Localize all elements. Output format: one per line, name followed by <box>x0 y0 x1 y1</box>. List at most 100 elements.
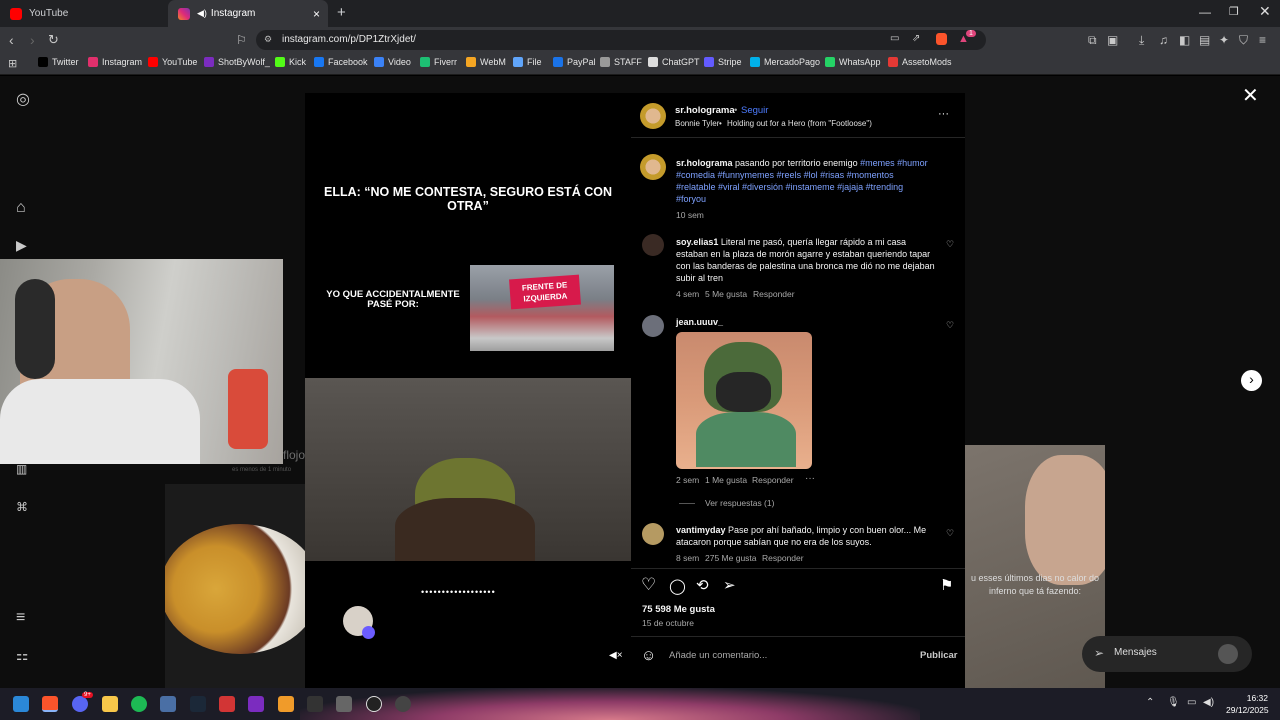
share-post-icon[interactable]: ➢ <box>723 576 736 594</box>
menu-icon[interactable]: ≡ <box>1259 33 1266 47</box>
app2-taskbar-icon[interactable] <box>219 696 235 712</box>
next-post-button[interactable]: › <box>1241 370 1262 391</box>
bookmark-item[interactable]: Twitter <box>38 57 79 67</box>
chatgpt-taskbar-icon[interactable] <box>366 696 382 712</box>
download-icon[interactable]: ⤓ <box>1139 33 1144 47</box>
share-icon[interactable]: ⇗ <box>912 33 920 44</box>
sidebar-icon[interactable]: ◧ <box>1179 33 1190 47</box>
comment-like-icon[interactable]: ♡ <box>946 239 954 250</box>
mic-icon[interactable]: 🎙 <box>1167 697 1180 708</box>
comment-likes[interactable]: 1 Me gusta <box>705 475 747 485</box>
forward-icon[interactable]: › <box>30 33 35 47</box>
save-icon[interactable]: ⚑ <box>940 576 953 594</box>
bookmark-item[interactable]: WhatsApp <box>825 57 881 67</box>
clock-time[interactable]: 16:32 <box>1246 693 1268 703</box>
comment-avatar[interactable] <box>642 315 664 337</box>
comment-username[interactable]: jean.uuuv_ <box>676 317 723 327</box>
instagram-logo-icon[interactable]: ◎ <box>16 92 30 108</box>
tab-youtube[interactable]: YouTube <box>0 0 168 27</box>
app3-taskbar-icon[interactable] <box>248 696 264 712</box>
comment-input[interactable]: Añade un comentario... <box>669 650 767 661</box>
bookmark-item[interactable]: Facebook <box>314 57 368 67</box>
speaker-icon[interactable]: ◀) <box>197 8 207 19</box>
comment-more-icon[interactable]: ··· <box>805 473 815 484</box>
bookmark-page-icon[interactable]: ⚐ <box>236 33 247 47</box>
comment-reply-button[interactable]: Responder <box>752 475 794 485</box>
cast-icon[interactable]: ▭ <box>890 33 899 44</box>
brave-taskbar-icon[interactable] <box>42 696 58 712</box>
start-icon[interactable] <box>13 696 29 712</box>
spotify-taskbar-icon[interactable] <box>131 696 147 712</box>
bookmark-item[interactable]: STAFF <box>600 57 642 67</box>
comment-avatar[interactable] <box>642 523 664 545</box>
stats-icon[interactable]: ▥ <box>16 462 27 476</box>
app6-taskbar-icon[interactable] <box>336 696 352 712</box>
song-artist[interactable]: Bonnie Tyler <box>675 119 719 128</box>
comment-reply-button[interactable]: Responder <box>762 553 804 563</box>
music-icon[interactable]: ♫ <box>1159 33 1168 47</box>
bookmark-item[interactable]: Kick <box>275 57 306 67</box>
back-icon[interactable]: ‹ <box>9 33 14 47</box>
author-avatar[interactable] <box>640 103 666 129</box>
bookmark-item[interactable]: Fiverr <box>420 57 457 67</box>
maximize-icon[interactable]: ❐ <box>1229 5 1239 18</box>
comment-avatar[interactable] <box>642 234 664 256</box>
bookmark-item[interactable]: YouTube <box>148 57 197 67</box>
bookmark-item[interactable]: PayPal <box>553 57 596 67</box>
bookmark-item[interactable]: MercadoPago <box>750 57 820 67</box>
app7-taskbar-icon[interactable] <box>395 696 411 712</box>
volume-icon[interactable]: ◀) <box>1203 697 1214 708</box>
apps-grid-icon[interactable]: ⊞ <box>8 57 17 71</box>
like-icon[interactable]: ♡ <box>641 575 656 595</box>
comment-likes[interactable]: 275 Me gusta <box>705 553 757 563</box>
bookmark-item[interactable]: AssetoMods <box>888 57 952 67</box>
comment-reply-button[interactable]: Responder <box>753 289 795 299</box>
comment-gif[interactable] <box>676 332 812 469</box>
explorer-taskbar-icon[interactable] <box>102 696 118 712</box>
comment-like-icon[interactable]: ♡ <box>946 528 954 539</box>
bookmark-item[interactable]: Instagram <box>88 57 142 67</box>
more-menu-icon[interactable]: ≡ <box>16 610 25 626</box>
extensions-icon[interactable]: ⧉ <box>1088 33 1097 47</box>
publish-button[interactable]: Publicar <box>920 650 958 661</box>
view-replies-button[interactable]: Ver respuestas (1) <box>705 498 774 508</box>
more-options-icon[interactable]: ··· <box>938 108 949 120</box>
new-tab-button[interactable]: + <box>337 4 346 21</box>
close-modal-icon[interactable]: ✕ <box>1242 83 1259 108</box>
app5-taskbar-icon[interactable] <box>307 696 323 712</box>
app4-taskbar-icon[interactable] <box>278 696 294 712</box>
comment-username[interactable]: vantimyday <box>676 525 726 535</box>
comment-likes[interactable]: 5 Me gusta <box>705 289 747 299</box>
wallet-icon[interactable]: ▣ <box>1107 33 1118 47</box>
messages-button[interactable]: ➢ Mensajes <box>1082 636 1252 672</box>
caption-avatar[interactable] <box>640 154 666 180</box>
close-tab-icon[interactable]: × <box>313 7 320 21</box>
close-window-icon[interactable]: ✕ <box>1259 3 1271 20</box>
discord-taskbar-icon[interactable] <box>72 696 88 712</box>
site-info-icon[interactable]: ⚙ <box>264 34 272 45</box>
comment-like-icon[interactable]: ♡ <box>946 320 954 331</box>
reload-icon[interactable]: ↻ <box>48 33 59 47</box>
url-field[interactable]: ⚙ instagram.com/p/DP1ZtrXjdet/ ▭ ⇗ ▲ 1 <box>256 30 986 50</box>
network-icon[interactable]: ▭ <box>1187 697 1196 708</box>
bookmark-item[interactable]: Stripe <box>704 57 742 67</box>
song-title[interactable]: Holding out for a Hero (from "Footloose"… <box>727 119 872 128</box>
home-icon[interactable]: ⌂ <box>16 200 26 216</box>
bookmark-item[interactable]: ChatGPT <box>648 57 700 67</box>
repost-icon[interactable]: ⟲ <box>696 576 709 594</box>
bookmark-item[interactable]: ShotByWolf_ <box>204 57 270 67</box>
bg-reel-left[interactable] <box>165 484 305 688</box>
threads-icon[interactable]: ⌘ <box>16 500 28 514</box>
steam-taskbar-icon[interactable] <box>190 696 206 712</box>
comment-username[interactable]: soy.elias1 <box>676 237 718 247</box>
vpn-icon[interactable]: ⛉ <box>1239 33 1248 47</box>
follow-button[interactable]: Seguir <box>741 105 768 116</box>
author-username[interactable]: sr.holograma <box>675 105 735 116</box>
bookmark-item[interactable]: File <box>513 57 542 67</box>
reels-icon[interactable]: ▶ <box>16 238 27 252</box>
likes-count[interactable]: 75 598 Me gusta <box>642 604 715 615</box>
screenshot-icon[interactable]: ▤ <box>1199 33 1210 47</box>
leo-icon[interactable]: ✦ <box>1219 33 1229 47</box>
emoji-icon[interactable]: ☺ <box>641 647 656 664</box>
clock-date[interactable]: 29/12/2025 <box>1226 705 1269 715</box>
